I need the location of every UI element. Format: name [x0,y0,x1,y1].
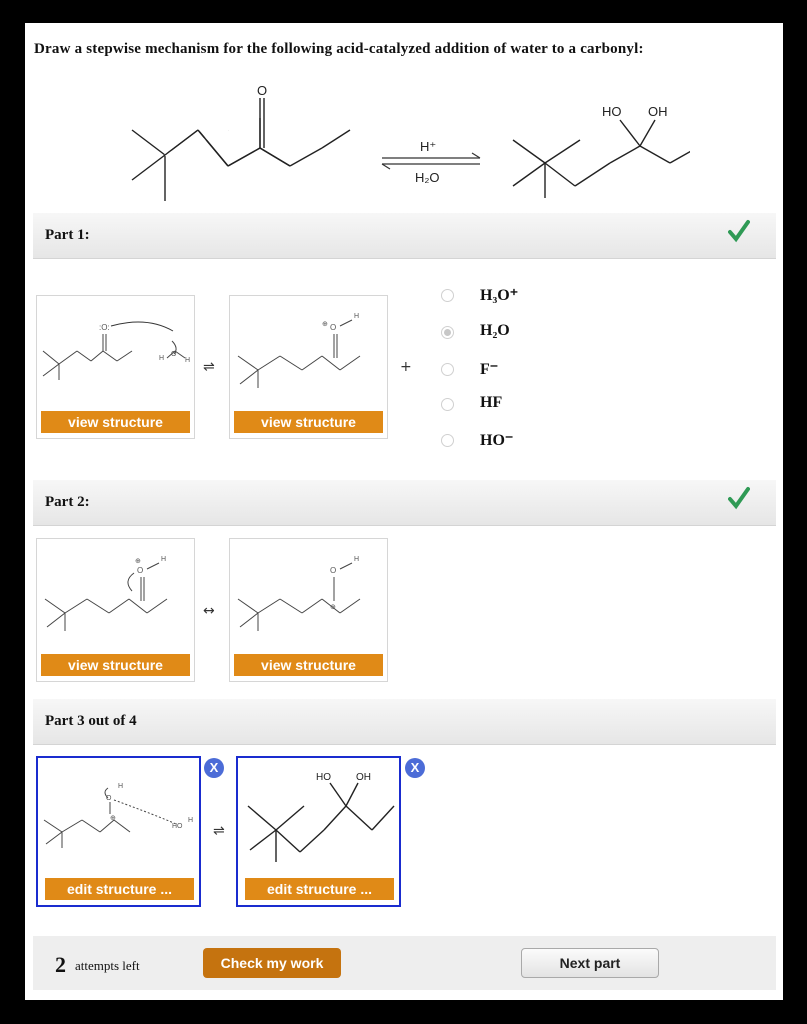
svg-text:H: H [354,313,359,320]
part2-header: Part 2: [33,480,776,526]
option-hydroxide-label: HO⁻ [480,432,514,449]
svg-text:O: O [330,323,336,332]
part2-view-structure-button-2[interactable]: view structure [234,654,383,676]
part2-resonance-arrow: ↔ [203,603,215,619]
svg-text:⊕: ⊕ [135,558,141,565]
part3-structure-2-drawing: HO OH [247,772,395,862]
svg-text:H: H [118,783,123,790]
svg-text:⊕: ⊕ [330,604,336,611]
product-ho-label: HO [602,104,622,119]
option-hf-radio[interactable] [441,398,454,411]
svg-text:O: O [330,566,336,575]
part1-structure-card-1[interactable]: :O: H H O view structure [36,295,195,439]
option-f-minus-radio[interactable] [441,363,454,376]
option-h3o-label: H₃O⁺ [480,287,519,304]
part3-structure-card-2[interactable]: HO OH edit structure ... [236,756,401,907]
part1-header: Part 1: [33,213,776,259]
part3-card2-oh-label: OH [356,772,371,783]
part2-structure-1-drawing: O ⊕ H [44,556,168,631]
check-my-work-button[interactable]: Check my work [203,948,341,978]
svg-text:O: O [106,795,112,802]
part1-complete-check-icon [728,220,750,243]
part1-plus-sign: + [400,359,412,375]
part1-title: Part 1: [45,227,90,243]
reactant-oxygen-label: O [257,83,267,98]
reagent-water: H₂O [415,170,440,185]
part3-card2-ho-label: HO [316,772,331,783]
svg-text:⊕: ⊕ [110,815,116,822]
part2-structure-card-2[interactable]: O ⊕ H view structure [229,538,388,682]
part3-edit-structure-button-1[interactable]: edit structure ... [45,878,194,900]
part3-edit-structure-button-2[interactable]: edit structure ... [245,878,394,900]
answer-footer: 2 attempts left Check my work Next part [33,936,776,990]
part3-equilibrium-symbol: ⇌ [213,823,225,839]
part1-view-structure-button-1[interactable]: view structure [41,411,190,433]
part1-equilibrium-symbol: ⇌ [203,359,215,375]
next-part-button[interactable]: Next part [521,948,659,978]
option-h2o-label: H₂O [480,322,510,339]
part3-remove-card-2-button[interactable]: X [405,758,425,778]
reagent-acid: H⁺ [420,139,436,154]
option-h3o-radio[interactable] [441,289,454,302]
part3-header: Part 3 out of 4 [33,699,776,745]
part2-title: Part 2: [45,494,90,510]
part2-structure-2-drawing: O ⊕ H [237,556,361,631]
question-prompt: Draw a stepwise mechanism for the follow… [34,41,644,57]
option-hydroxide-radio[interactable] [441,434,454,447]
part1-structure-1-drawing: :O: H H O [42,321,190,380]
svg-text:O: O [171,351,177,358]
svg-text::O:: :O: [99,323,110,332]
part3-structure-1-drawing: O H ⊕ HO H [43,783,193,848]
product-oh-label: OH [648,104,668,119]
attempts-count: 2 [55,952,66,977]
question-panel: Draw a stepwise mechanism for the follow… [25,23,783,1000]
part3-remove-card-1-button[interactable]: X [204,758,224,778]
option-f-minus-label: F⁻ [480,361,499,378]
part2-complete-check-icon [728,487,750,510]
reaction-scheme: O H⁺ H₂O HO OH [131,83,690,201]
part1-structure-2-drawing: O ⊕ H [237,313,361,388]
option-h2o-radio[interactable] [441,326,454,339]
part2-structure-card-1[interactable]: O ⊕ H view structure [36,538,195,682]
svg-text:H: H [161,556,166,563]
part1-structure-card-2[interactable]: O ⊕ H view structure [229,295,388,439]
svg-text:HO: HO [172,823,183,830]
svg-text:O: O [137,566,143,575]
part3-title: Part 3 out of 4 [45,713,137,729]
svg-text:⊕: ⊕ [322,321,328,328]
part1-view-structure-button-2[interactable]: view structure [234,411,383,433]
svg-text:H: H [354,556,359,563]
svg-text:H: H [185,357,190,364]
part2-view-structure-button-1[interactable]: view structure [41,654,190,676]
attempts-text: attempts left [75,958,140,973]
option-hf-label: HF [480,394,503,411]
svg-text:H: H [188,817,193,824]
part3-structure-card-1[interactable]: O H ⊕ HO H edit structure ... [36,756,201,907]
svg-text:H: H [159,355,164,362]
